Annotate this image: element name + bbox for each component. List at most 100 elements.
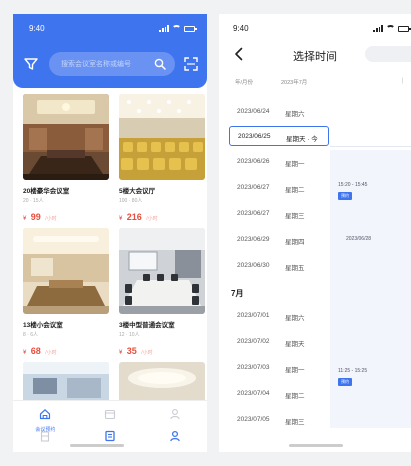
room-price: ¥ 216 /小时 — [119, 207, 205, 225]
wifi-icon — [172, 25, 181, 32]
date-row[interactable]: 2023/06/29 星期四 — [229, 230, 329, 250]
battery-icon — [398, 25, 411, 32]
room-photo — [23, 228, 109, 314]
room-card[interactable]: 13楼小会议室 8 · 6人 ¥ 68 /小时 — [23, 228, 109, 359]
signal-icon — [373, 25, 383, 32]
date-row[interactable]: 2023/06/27 星期三 — [229, 204, 329, 224]
screenshot-frame: 9:40 搜索会议室名称或编号 20楼豪华会议室 20 · 15人 ¥ 99 /… — [0, 0, 411, 466]
weekday-text: 星期六 — [285, 315, 305, 322]
price-unit: /小时 — [146, 216, 158, 222]
date-row-selected[interactable]: 2023/06/25 星期天 · 今 — [229, 126, 329, 146]
nav-home-alt[interactable] — [25, 429, 65, 447]
price-currency: ¥ — [23, 216, 27, 222]
slot-book-tag[interactable]: 预约 — [338, 378, 352, 386]
date-row[interactable]: 2023/07/04 星期二 — [229, 384, 329, 404]
room-name: 20楼豪华会议室 — [23, 188, 70, 195]
date-text: 2023/06/25 — [238, 133, 271, 140]
home-indicator-right — [289, 444, 343, 447]
search-icon[interactable] — [154, 58, 166, 70]
room-list-screen: 9:40 搜索会议室名称或编号 20楼豪华会议室 20 · 15人 ¥ 99 /… — [13, 14, 207, 452]
signal-icon — [159, 25, 169, 32]
price-currency: ¥ — [119, 216, 123, 222]
capsule-menu[interactable] — [365, 46, 411, 62]
user-icon — [169, 430, 180, 442]
room-card[interactable]: 5楼大会议厅 100 · 80人 ¥ 216 /小时 — [119, 94, 205, 225]
date-text: 2023/07/04 — [237, 390, 270, 397]
header-year-month: 年/月份 — [235, 80, 254, 86]
price-amount: 99 — [30, 212, 41, 222]
weekday-text: 星期二 — [285, 187, 305, 194]
slot-tag-text: 预约 — [341, 193, 349, 198]
room-capacity: 12 · 10人 — [119, 332, 140, 338]
scan-icon[interactable] — [183, 56, 199, 72]
room-card[interactable] — [23, 362, 109, 402]
status-icons — [159, 25, 197, 32]
app-header: 9:40 搜索会议室名称或编号 — [13, 14, 207, 88]
status-bar: 9:40 — [13, 24, 207, 34]
room-capacity: 100 · 80人 — [119, 198, 143, 204]
room-name: 13楼小会议室 — [23, 322, 63, 329]
search-input[interactable]: 搜索会议室名称或编号 — [49, 52, 175, 76]
date-text: 2023/07/01 — [237, 312, 270, 319]
status-time: 9:40 — [29, 24, 45, 33]
date-row[interactable]: 2023/07/02 星期天 — [229, 332, 329, 352]
room-photo — [119, 94, 205, 180]
date-row[interactable]: 2023/07/01 星期六 — [229, 306, 329, 326]
weekday-text: 星期一 — [285, 161, 305, 168]
room-photo — [119, 228, 205, 314]
weekday-text: 星期一 — [285, 367, 305, 374]
slot-time: 15:20 - 15:45 — [338, 182, 368, 188]
wifi-icon — [386, 25, 395, 32]
date-row[interactable]: 2023/07/03 星期一 — [229, 358, 329, 378]
table-header: 年/月份 2023年7月 | — [219, 78, 411, 92]
status-icons — [373, 25, 411, 32]
price-unit: /小时 — [141, 350, 153, 356]
date-row[interactable]: 2023/07/05 星期三 — [229, 410, 329, 430]
date-row[interactable]: 2023/06/30 星期五 — [229, 256, 329, 276]
weekday-text: 星期六 — [285, 111, 305, 118]
nav-mine[interactable] — [155, 429, 195, 447]
room-price: ¥ 35 /小时 — [119, 341, 205, 359]
header-divider: | — [401, 78, 403, 84]
calendar-icon — [104, 409, 116, 420]
price-currency: ¥ — [119, 350, 123, 356]
slot-time: 11:25 - 15:25 — [338, 368, 368, 374]
price-amount: 35 — [126, 346, 137, 356]
room-capacity: 8 · 6人 — [23, 332, 39, 338]
month-header: 7月 — [231, 289, 244, 298]
date-text: 2023/06/30 — [237, 262, 270, 269]
profile-icon — [169, 409, 180, 420]
weekday-text: 星期天 — [285, 341, 305, 348]
room-photo — [119, 362, 205, 402]
status-time: 9:40 — [233, 24, 249, 33]
nav-bar: 选择时间 — [219, 44, 411, 66]
room-card[interactable] — [119, 362, 205, 402]
weekday-text: 星期五 — [285, 265, 305, 272]
date-row[interactable]: 2023/06/24 星期六 — [229, 102, 329, 122]
date-row[interactable]: 2023/06/26 星期一 — [229, 152, 329, 172]
price-amount: 216 — [126, 212, 142, 222]
date-text: 2023/06/29 — [237, 236, 270, 243]
filter-icon[interactable] — [23, 56, 39, 72]
date-text: 2023/06/27 — [237, 210, 270, 217]
room-name: 5楼大会议厅 — [119, 188, 156, 195]
room-price: ¥ 99 /小时 — [23, 207, 109, 225]
search-row: 搜索会议室名称或编号 — [23, 52, 199, 76]
room-photo — [23, 362, 109, 402]
date-text: 2023/07/05 — [237, 416, 270, 423]
date-text: 2023/06/27 — [237, 184, 270, 191]
header-current-month: 2023年7月 — [281, 80, 308, 86]
slot-divider — [330, 146, 411, 147]
date-text: 2023/07/02 — [237, 338, 270, 345]
room-photo — [23, 94, 109, 180]
date-text: 2023/07/03 — [237, 364, 270, 371]
battery-icon — [184, 25, 197, 32]
weekday-text: 星期四 — [285, 239, 305, 246]
slot-book-tag[interactable]: 预约 — [338, 192, 352, 200]
weekday-text: 星期三 — [285, 213, 305, 220]
room-card[interactable]: 20楼豪华会议室 20 · 15人 ¥ 99 /小时 — [23, 94, 109, 225]
search-placeholder: 搜索会议室名称或编号 — [61, 61, 131, 68]
date-text: 2023/06/24 — [237, 108, 270, 115]
date-row[interactable]: 2023/06/27 星期二 — [229, 178, 329, 198]
room-card[interactable]: 3楼中型普通会议室 12 · 10人 ¥ 35 /小时 — [119, 228, 205, 359]
